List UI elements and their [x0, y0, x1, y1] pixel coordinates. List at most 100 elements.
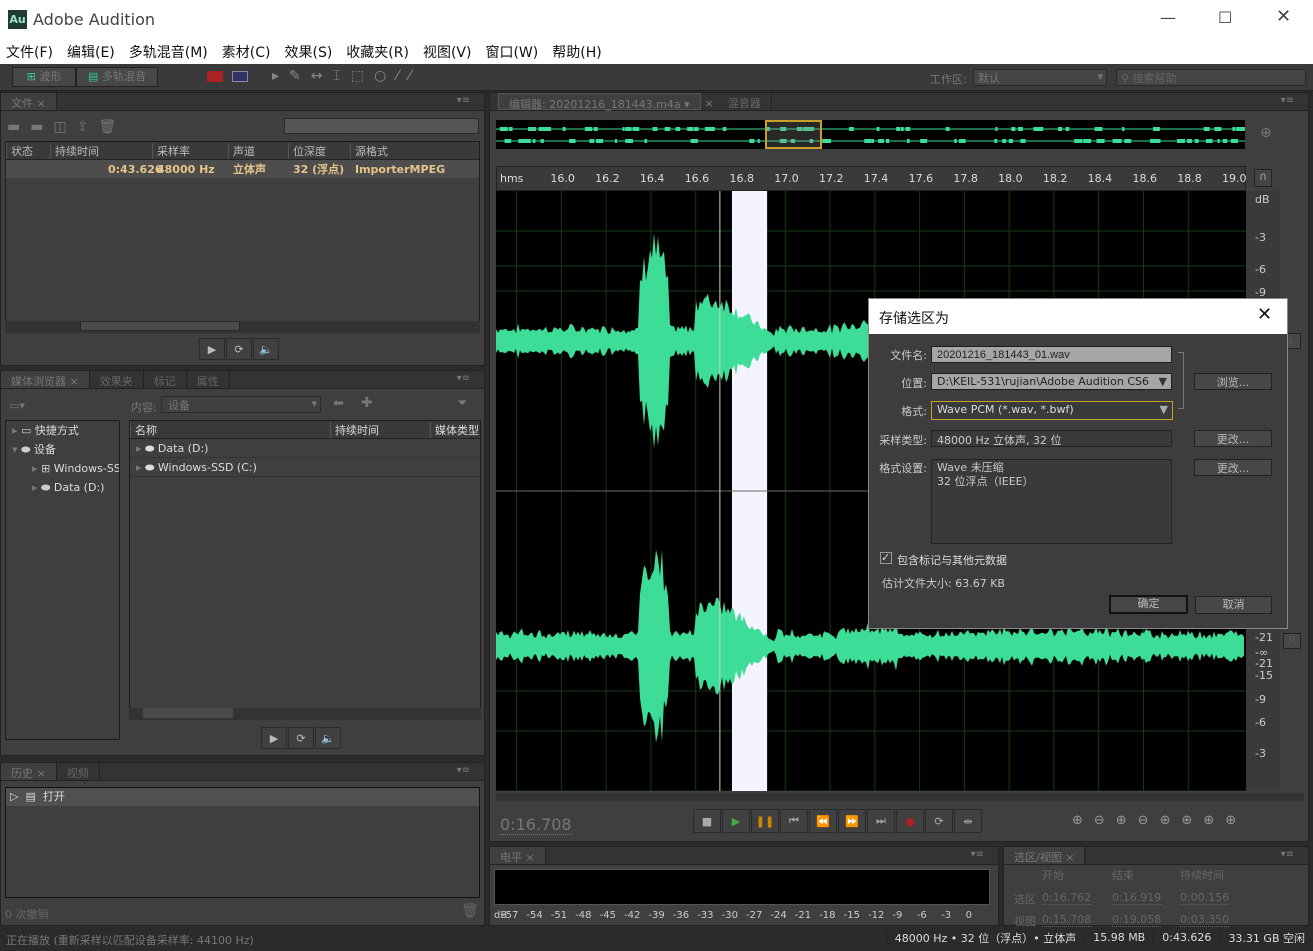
zoom-controls[interactable]: ⊕⊖⊕⊖⊕⊕⊕⊕	[1072, 813, 1247, 828]
menu-item[interactable]: 效果(S)	[284, 42, 332, 62]
panel-menu-icon[interactable]: ▾≡	[1281, 849, 1294, 860]
tab-editor[interactable]: 编辑器: 20201216_181443.m4a ▾	[498, 93, 701, 111]
tab-levels[interactable]: 电平 ×	[490, 847, 546, 864]
menu-item[interactable]: 多轨混音(M)	[129, 42, 208, 62]
time-end[interactable]: 0:19.058	[1112, 913, 1162, 927]
time-start[interactable]: 0:15.708	[1042, 913, 1092, 927]
history-item[interactable]: ▷ ▤ 打开	[6, 788, 479, 806]
trash-icon[interactable]: 🗑	[461, 903, 479, 919]
go-start-button[interactable]: ⏮	[780, 809, 808, 833]
panel-menu-icon[interactable]: ▾≡	[1281, 95, 1294, 106]
menu-item[interactable]: 文件(F)	[6, 42, 53, 62]
workspace-select[interactable]: 默认 ▾	[973, 69, 1107, 86]
close-tab-icon[interactable]: ×	[701, 97, 718, 110]
go-end-button[interactable]: ⏭	[867, 809, 895, 833]
tab-media-3[interactable]: 属性	[187, 371, 230, 388]
tab-media-2[interactable]: 标记	[144, 371, 187, 388]
files-play-controls[interactable]: ▶ ⟳ 🔈	[199, 338, 280, 360]
list-item[interactable]: ▸ ⬬ Data (D:)	[130, 439, 480, 458]
tab-files[interactable]: 文件 ×	[1, 93, 57, 110]
location-select[interactable]: D:\KEIL-531\rujian\Adobe Audition CS6 ▼	[931, 373, 1172, 390]
browse-button[interactable]: 浏览...	[1194, 373, 1272, 390]
waveform-view-button[interactable]: ⊞ 波形	[12, 67, 76, 87]
overview-waveform[interactable]	[496, 120, 1245, 149]
tree-item[interactable]: ▸ ⬬ Data (D:)	[6, 478, 119, 497]
record-button[interactable]: ●	[896, 809, 924, 833]
time-start[interactable]: 0:16.762	[1042, 891, 1092, 905]
menu-item[interactable]: 帮助(H)	[552, 42, 601, 62]
tool-icons[interactable]: ▸✎↔⌶⬚○⁄⁄	[272, 68, 421, 84]
filter-icon[interactable]: ⏷	[457, 396, 467, 411]
tree-item[interactable]: ▸ ⊞ Windows-SSD (C:)	[6, 459, 119, 478]
media-play-controls[interactable]: ▶ ⟳ 🔈	[261, 727, 342, 749]
cancel-button[interactable]: 取消	[1195, 596, 1272, 614]
channel-R-button[interactable]: R	[1283, 633, 1301, 649]
multitrack-view-button[interactable]: ▤ 多轨混音	[76, 67, 158, 87]
close-button[interactable]: ✕	[1276, 6, 1291, 27]
filename-input[interactable]	[931, 346, 1172, 363]
back-arrow-icon[interactable]: ⬅	[333, 396, 344, 411]
rewind-button[interactable]: ⏪	[809, 809, 837, 833]
panel-menu-icon[interactable]: ▾≡	[457, 95, 470, 106]
time-ruler[interactable]: hms 16.0 16.2 16.4 16.6 16.8 17.0 17.2 17.4 17.6…	[496, 166, 1247, 191]
spectral-display-icon[interactable]	[207, 71, 223, 82]
search-help-input[interactable]: ⚲ 搜索帮助	[1116, 69, 1306, 86]
column-header[interactable]: 位深度	[288, 142, 350, 159]
format-select[interactable]: Wave PCM (*.wav, *.bwf) ▼	[931, 401, 1173, 420]
change-sample-button[interactable]: 更改...	[1194, 430, 1272, 447]
tab-media-1[interactable]: 效果夹	[90, 371, 144, 388]
panel-menu-icon[interactable]: ▾≡	[457, 373, 470, 384]
add-shortcut-icon[interactable]: ✚	[361, 395, 373, 411]
tab-history-0[interactable]: 历史 ×	[1, 763, 57, 780]
tree-item[interactable]: ▾ ⬬ 设备	[6, 440, 119, 459]
menu-item[interactable]: 视图(V)	[423, 42, 472, 62]
ok-button[interactable]: 确定	[1109, 595, 1188, 614]
column-header[interactable]: 状态	[6, 142, 50, 159]
loop-button[interactable]: ⟳	[925, 809, 953, 833]
maximize-button[interactable]: ☐	[1218, 8, 1232, 27]
stop-button[interactable]: ■	[693, 809, 721, 833]
include-metadata-checkbox[interactable]: ✓	[880, 552, 892, 564]
menu-item[interactable]: 收藏夹(R)	[346, 42, 409, 62]
fast-forward-button[interactable]: ⏩	[838, 809, 866, 833]
change-format-button[interactable]: 更改...	[1194, 459, 1272, 476]
tab-history-1[interactable]: 视频	[57, 763, 100, 780]
column-header[interactable]: 媒体类型	[430, 421, 480, 438]
time-dur[interactable]: 0:03.350	[1180, 913, 1230, 927]
menu-item[interactable]: 窗口(W)	[485, 42, 538, 62]
tree-item[interactable]: ▸ ▭ 快捷方式	[6, 421, 119, 440]
column-header[interactable]: 声道	[228, 142, 288, 159]
list-item[interactable]: ▸ ⬬ Windows-SSD (C:)	[130, 458, 480, 477]
tab-mixer[interactable]: 混音器	[718, 93, 772, 110]
time-end[interactable]: 0:16.919	[1112, 891, 1162, 905]
panel-menu-icon[interactable]: ▾≡	[457, 765, 470, 776]
menu-item[interactable]: 编辑(E)	[67, 42, 115, 62]
content-select[interactable]: 设备 ▾	[161, 396, 321, 413]
time-dur[interactable]: 0:00.156	[1180, 891, 1230, 905]
tab-media-0[interactable]: 媒体浏览器 ×	[1, 371, 90, 388]
panel-menu-icon[interactable]: ▾≡	[971, 849, 984, 860]
zoom-overview-icon[interactable]: ⊕	[1260, 125, 1272, 141]
media-scrollbar[interactable]	[129, 708, 481, 720]
column-header[interactable]: 持续时间	[50, 142, 152, 159]
play-button[interactable]: ▶	[722, 809, 750, 833]
spectral-pitch-icon[interactable]	[232, 71, 248, 82]
column-header[interactable]: 名称	[130, 421, 330, 438]
level-scale-label: -12	[868, 910, 885, 921]
skip-selection-button[interactable]: ⇹	[954, 809, 982, 833]
pause-button[interactable]: ❚❚	[751, 809, 779, 833]
monitor-icon[interactable]: ▭▾	[9, 399, 25, 412]
snap-magnet-icon[interactable]: ∩	[1254, 169, 1272, 187]
table-row[interactable]: 0:43.626 48000 Hz 立体声 32 (浮点) ImporterMPEG	[6, 160, 479, 178]
menu-item[interactable]: 素材(C)	[222, 42, 271, 62]
horizontal-scrollbar[interactable]	[496, 793, 1304, 801]
column-header[interactable]: 持续时间	[330, 421, 430, 438]
dialog-close-button[interactable]: ✕	[1257, 304, 1272, 325]
minimize-button[interactable]: —	[1160, 8, 1176, 27]
files-search-input[interactable]	[284, 118, 479, 134]
column-header[interactable]: 源格式	[350, 142, 470, 159]
files-scrollbar[interactable]	[5, 321, 480, 333]
tab-selection-view[interactable]: 选区/视图 ×	[1004, 847, 1086, 864]
column-header[interactable]: 采样率	[152, 142, 228, 159]
file-action-icons[interactable]: ▬▬◫⇪🗑	[7, 119, 126, 135]
